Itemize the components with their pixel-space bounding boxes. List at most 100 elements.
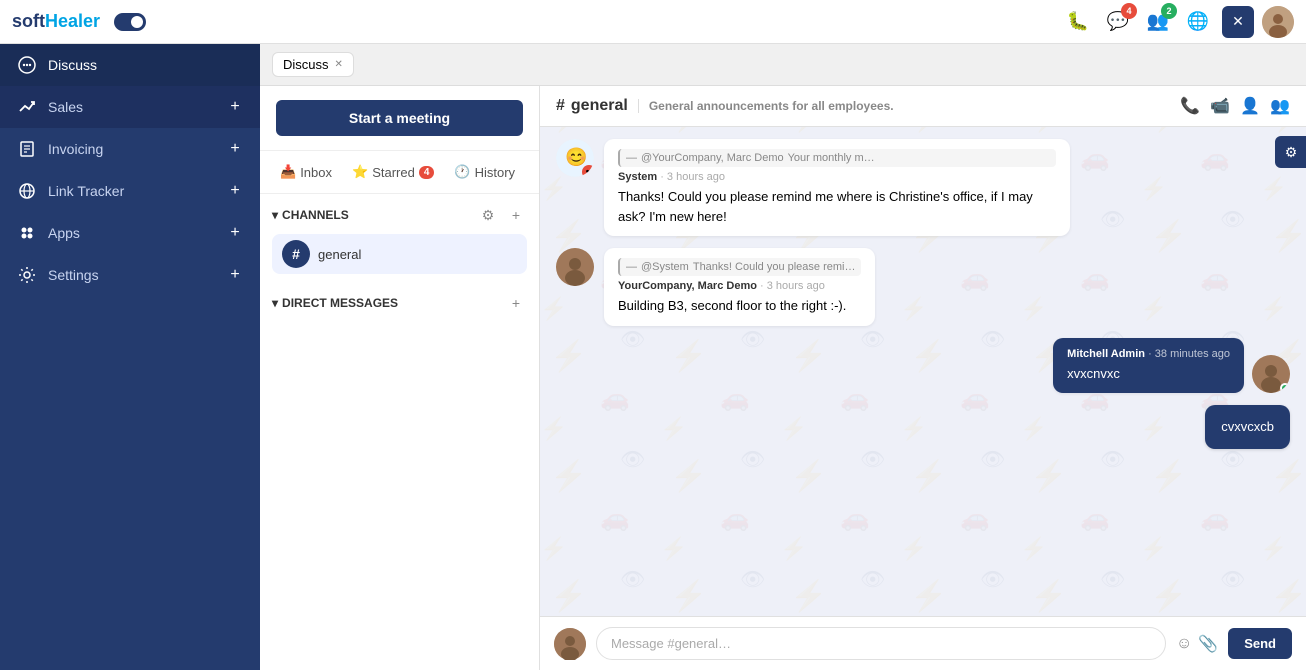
message-2-bubble: — @System Thanks! Could you please remi…… — [604, 248, 875, 326]
message-3-sender: Mitchell Admin — [1067, 348, 1145, 360]
logo-soft: soft — [12, 11, 45, 31]
message-4-text: cvxvcxcb — [1221, 417, 1274, 437]
direct-messages-add-icon[interactable]: + — [505, 292, 527, 314]
logo-healer: Healer — [45, 11, 100, 31]
channels-header: ▾ CHANNELS ⚙ + — [272, 204, 527, 226]
phone-icon[interactable]: 📞 — [1180, 96, 1200, 116]
sidebar-item-settings[interactable]: Settings + — [0, 254, 260, 296]
users-badge: 2 — [1161, 3, 1177, 19]
starred-tab[interactable]: ⭐ Starred 4 — [344, 159, 442, 185]
starred-icon: ⭐ — [352, 164, 368, 180]
settings-fab[interactable]: ⚙ — [1275, 136, 1306, 168]
chat-input-bar: ☺ 📎 Send — [540, 616, 1306, 670]
channel-hash-symbol: # — [556, 97, 565, 115]
chat-channel-desc: General announcements for all employees. — [638, 99, 894, 113]
marc-demo-avatar — [556, 248, 594, 286]
chat-channel-name: # general General announcements for all … — [556, 97, 894, 115]
channels-gear-icon[interactable]: ⚙ — [477, 204, 499, 226]
tab-discuss[interactable]: Discuss ✕ — [272, 52, 354, 77]
link-tracker-icon — [16, 180, 38, 202]
chat-panel: ⚡ 🚗 👁 ⚡ # general General — [540, 86, 1306, 670]
globe-icon[interactable]: 🌐 — [1182, 6, 1214, 38]
attachment-icon[interactable]: 📎 — [1198, 634, 1218, 654]
message-1: 😊 ❤ — @YourCompany, Marc Demo Your month… — [556, 139, 1070, 236]
sidebar-item-label-settings: Settings — [48, 267, 216, 283]
sales-add-button[interactable]: + — [226, 98, 244, 116]
sales-icon — [16, 96, 38, 118]
channel-general[interactable]: # general — [272, 234, 527, 274]
message-3-meta: Mitchell Admin · 38 minutes ago — [1067, 348, 1230, 360]
video-icon[interactable]: 📹 — [1210, 96, 1230, 116]
chat-header: # general General announcements for all … — [540, 86, 1306, 127]
direct-messages-section: ▾ DIRECT MESSAGES + — [260, 284, 539, 330]
invoicing-add-button[interactable]: + — [226, 140, 244, 158]
reply-line-icon-2: — — [626, 261, 637, 273]
message-2-reply-text: Thanks! Could you please remi… — [693, 261, 856, 273]
channels-actions: ⚙ + — [477, 204, 527, 226]
discuss-icon — [16, 54, 38, 76]
link-tracker-add-button[interactable]: + — [226, 182, 244, 200]
channel-general-name: general — [318, 247, 361, 262]
send-button[interactable]: Send — [1228, 628, 1292, 659]
message-1-reply-text: Your monthly m… — [788, 152, 875, 164]
message-1-reply: — @YourCompany, Marc Demo Your monthly m… — [618, 149, 1056, 167]
settings-add-button[interactable]: + — [226, 266, 244, 284]
message-1-text: Thanks! Could you please remind me where… — [618, 187, 1056, 226]
message-2-text: Building B3, second floor to the right :… — [618, 296, 861, 316]
message-2-meta: YourCompany, Marc Demo · 3 hours ago — [618, 280, 861, 292]
emoji-icon[interactable]: ☺ — [1176, 635, 1192, 653]
chat-header-right: 📞 📹 👤 👥 — [1180, 96, 1290, 116]
message-2: — @System Thanks! Could you please remi…… — [556, 248, 1070, 326]
logo: softHealer — [12, 11, 100, 32]
input-icons: ☺ 📎 — [1176, 634, 1218, 654]
chat-notification-icon[interactable]: 💬4 — [1102, 6, 1134, 38]
sidebar-item-discuss[interactable]: Discuss — [0, 44, 260, 86]
topbar-left: softHealer — [12, 11, 146, 32]
message-input[interactable] — [596, 627, 1166, 660]
message-2-reply-from: @System — [641, 261, 689, 273]
left-panel: Start a meeting 📥 Inbox ⭐ Starred 4 🕐 — [260, 86, 540, 670]
add-user-icon[interactable]: 👤 — [1240, 96, 1260, 116]
sidebar-item-label-discuss: Discuss — [48, 57, 244, 73]
sidebar-item-label-apps: Apps — [48, 225, 216, 241]
tab-discuss-label: Discuss — [283, 57, 329, 72]
start-meeting-button[interactable]: Start a meeting — [276, 100, 523, 136]
tab-close-icon[interactable]: ✕ — [335, 59, 343, 70]
messages-list: 😊 ❤ — @YourCompany, Marc Demo Your month… — [540, 127, 1306, 616]
inbox-tab[interactable]: 📥 Inbox — [272, 159, 340, 185]
close-icon[interactable]: ✕ — [1222, 6, 1254, 38]
sidebar-item-invoicing[interactable]: Invoicing + — [0, 128, 260, 170]
svg-text:😊: 😊 — [565, 147, 587, 167]
invoicing-icon — [16, 138, 38, 160]
history-tab[interactable]: 🕐 History — [446, 159, 523, 185]
users-notification-icon[interactable]: 👥2 — [1142, 6, 1174, 38]
message-3-group: Mitchell Admin · 38 minutes ago xvxcnvxc — [1053, 338, 1290, 394]
members-icon[interactable]: 👥 — [1270, 96, 1290, 116]
sidebar-item-apps[interactable]: Apps + — [0, 212, 260, 254]
channels-add-icon[interactable]: + — [505, 204, 527, 226]
bug-icon[interactable]: 🐛 — [1062, 6, 1094, 38]
message-2-sender: YourCompany, Marc Demo — [618, 280, 757, 292]
message-3-time: · 38 minutes ago — [1148, 348, 1230, 360]
chat-header-left: # general General announcements for all … — [556, 97, 894, 115]
main-layout: Discuss Sales + Invoicing + Link Tracker… — [0, 44, 1306, 670]
two-col-layout: Start a meeting 📥 Inbox ⭐ Starred 4 🕐 — [260, 86, 1306, 670]
channels-title: ▾ CHANNELS — [272, 208, 349, 222]
toggle-button[interactable] — [114, 13, 146, 31]
system-avatar: 😊 ❤ — [556, 139, 594, 177]
user-avatar[interactable] — [1262, 6, 1294, 38]
message-1-time: · 3 hours ago — [660, 171, 725, 183]
sidebar-item-link-tracker[interactable]: Link Tracker + — [0, 170, 260, 212]
apps-icon — [16, 222, 38, 244]
starred-badge: 4 — [419, 166, 435, 179]
direct-messages-header: ▾ DIRECT MESSAGES + — [272, 292, 527, 314]
direct-messages-chevron[interactable]: ▾ — [272, 296, 278, 310]
sidebar-item-sales[interactable]: Sales + — [0, 86, 260, 128]
topbar: softHealer 🐛 💬4 👥2 🌐 ✕ — [0, 0, 1306, 44]
sidebar: Discuss Sales + Invoicing + Link Tracker… — [0, 44, 260, 670]
mitchell-avatar — [1252, 355, 1290, 393]
apps-add-button[interactable]: + — [226, 224, 244, 242]
channels-chevron[interactable]: ▾ — [272, 208, 278, 222]
message-tabs: 📥 Inbox ⭐ Starred 4 🕐 History — [260, 151, 539, 194]
chat-badge: 4 — [1121, 3, 1137, 19]
